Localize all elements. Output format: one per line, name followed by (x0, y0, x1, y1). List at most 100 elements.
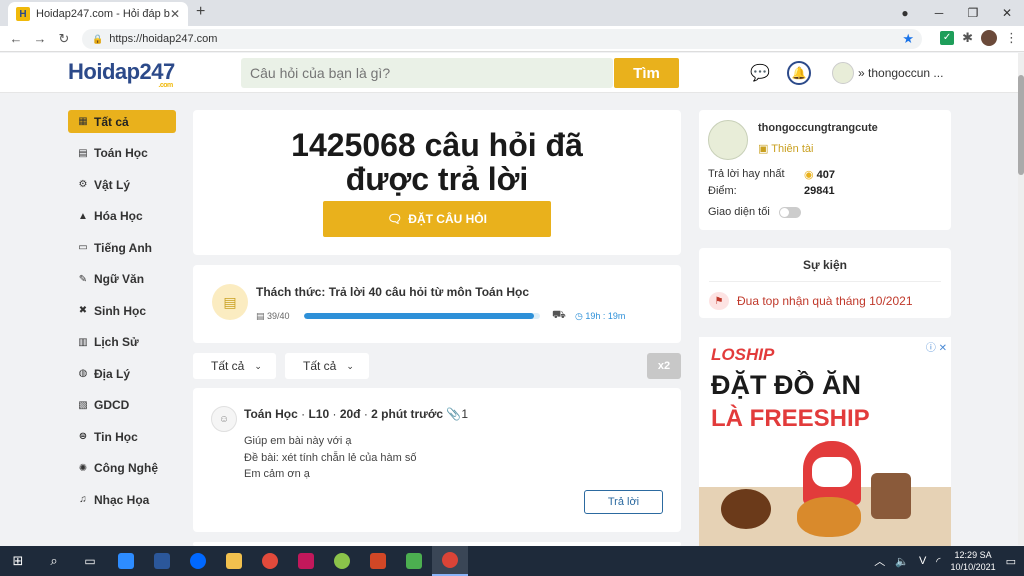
chevron-down-icon: ⌄ (254, 360, 262, 371)
clock[interactable]: 12:29 SA 10/10/2021 (951, 549, 996, 573)
question-body: Giúp em bài này với ạ Đề bài: xét tính ch… (244, 433, 416, 483)
windows-taskbar: ⊞ ⌕ ▭ ︿ 🔈 V ◜ 12:29 SA 10/10/2021 ▭ (0, 546, 1024, 576)
sidebar-item[interactable]: ◍ Địa Lý (68, 362, 176, 385)
page-scrollbar[interactable] (1018, 53, 1024, 545)
sidebar-item-label: Sinh Học (94, 303, 147, 318)
profile-menu-icon[interactable]: ● (888, 6, 922, 20)
gear-icon: ✺ (78, 462, 88, 474)
sidebar-item[interactable]: ⚙ Vật Lý (68, 173, 176, 196)
book-icon: ▧ (78, 399, 88, 411)
zoom-app-icon[interactable] (108, 546, 144, 576)
profile-avatar[interactable] (708, 120, 748, 160)
sidebar-item[interactable]: ▭ Tiếng Anh (68, 236, 176, 259)
close-window-icon[interactable]: ✕ (990, 6, 1024, 20)
forward-icon[interactable]: → (28, 31, 52, 46)
logo-text: Hoidap247 (68, 59, 175, 84)
question-meta: Toán Học · L10 · 20đ · 2 phút trước 📎1 (244, 407, 469, 421)
sidebar-item-label: GDCD (94, 398, 130, 412)
search-button[interactable]: Tìm (614, 58, 679, 88)
search-icon[interactable]: ⌕ (36, 546, 72, 576)
ad-mascot-image (803, 441, 861, 505)
sidebar-item[interactable]: ▥ Lịch Sử (68, 331, 176, 354)
sidebar-item[interactable]: ▦ Tất cả (68, 110, 176, 133)
sidebar-item[interactable]: ✺ Công Nghệ (68, 457, 176, 480)
chrome-app-icon[interactable] (432, 546, 468, 576)
sidebar-item[interactable]: ✖ Sinh Học (68, 299, 176, 322)
best-answers-label: Trả lời hay nhất (708, 168, 785, 180)
subject-filter-dropdown[interactable]: Tất cả ⌄ (193, 353, 276, 379)
input-language[interactable]: V (919, 555, 926, 567)
app-icon[interactable] (288, 546, 324, 576)
ad-food-image (871, 473, 911, 519)
extensions-area: ✓ ✱ ⋮ (940, 30, 1018, 46)
ask-question-icon: 🗨 (387, 212, 403, 226)
ask-question-button[interactable]: 🗨 ĐẶT CÂU HỎI (323, 201, 551, 237)
challenge-title: Thách thức: Trả lời 40 câu hỏi từ môn To… (256, 285, 530, 299)
windows-start-icon[interactable]: ⊞ (0, 553, 36, 569)
asker-avatar: ☺ (211, 406, 237, 432)
file-explorer-icon[interactable] (216, 546, 252, 576)
challenge-progress-bar (304, 313, 540, 319)
advertisement[interactable]: ⓘ ✕ LOSHIP ĐẶT ĐỒ ĂN LÀ FREESHIP (699, 337, 951, 546)
close-tab-icon[interactable]: ✕ (170, 7, 180, 21)
word-app-icon[interactable] (144, 546, 180, 576)
site-favicon-icon: H (16, 7, 30, 21)
challenge-count: ▤ 39/40 (256, 311, 290, 321)
sidebar-item-label: Vật Lý (94, 177, 131, 192)
volume-icon[interactable]: 🔈 (895, 555, 909, 568)
bookmark-star-icon[interactable]: ★ (902, 31, 914, 47)
scrollbar-thumb[interactable] (1018, 75, 1024, 175)
sidebar-item[interactable]: ▤ Toán Học (68, 142, 176, 165)
new-tab-icon[interactable]: + (196, 3, 205, 21)
maximize-icon[interactable]: ❐ (956, 6, 990, 20)
url-text: https://hoidap247.com (109, 33, 218, 45)
user-avatar[interactable] (832, 62, 854, 84)
app-icon[interactable] (252, 546, 288, 576)
browser-menu-icon[interactable]: ⋮ (1005, 30, 1018, 46)
sidebar-item-label: Tiếng Anh (94, 240, 152, 255)
x2-badge[interactable]: x2 (647, 353, 681, 379)
notification-bell-icon[interactable]: 🔔 (787, 61, 811, 85)
sidebar-item[interactable]: ▧ GDCD (68, 394, 176, 417)
dark-mode-toggle[interactable] (779, 207, 801, 218)
ad-info-icon[interactable]: ⓘ ✕ (926, 339, 947, 354)
reload-icon[interactable]: ↻ (52, 31, 76, 47)
challenge-progress-fill (304, 313, 535, 319)
status-filter-dropdown[interactable]: Tất cả ⌄ (285, 353, 369, 379)
powerpoint-app-icon[interactable] (360, 546, 396, 576)
app-icon[interactable] (396, 546, 432, 576)
dna-icon: ✖ (78, 305, 88, 316)
event-item[interactable]: ⚑ Đua top nhận quà tháng 10/2021 (709, 292, 913, 310)
extension-check-icon[interactable]: ✓ (940, 31, 955, 45)
extensions-puzzle-icon[interactable]: ✱ (962, 30, 973, 46)
sidebar-item[interactable]: ⊜ Tin Học (68, 425, 176, 448)
notifications-icon[interactable]: ▭ (1006, 555, 1016, 568)
profile-name[interactable]: thongoccungtrangcute (758, 122, 878, 134)
answer-button[interactable]: Trả lời (584, 490, 663, 514)
hero-card: 1425068 câu hỏi đã được trả lời 🗨 ĐẶT CÂU… (193, 110, 681, 255)
tab-title: Hoidap247.com - Hỏi đáp bài tập (36, 8, 170, 20)
site-logo[interactable]: Hoidap247 .com (68, 59, 175, 89)
wifi-icon[interactable]: ◜ (936, 555, 940, 568)
question-line: Đề bài: xét tính chẵn lẻ của hàm số (244, 451, 417, 464)
dark-mode-label: Giao diện tối (708, 206, 770, 218)
search-input[interactable] (241, 58, 613, 88)
browser-tab[interactable]: H Hoidap247.com - Hỏi đáp bài tập ✕ (8, 2, 188, 26)
sidebar-item[interactable]: ✎ Ngữ Văn (68, 268, 176, 291)
sidebar-item[interactable]: ▲ Hóa Học (68, 205, 176, 228)
address-bar[interactable]: 🔒 https://hoidap247.com ★ (82, 29, 922, 49)
sidebar-item-label: Ngữ Văn (94, 272, 145, 286)
minimize-icon[interactable]: ─ (922, 6, 956, 20)
chat-icon[interactable]: 💬 (750, 63, 770, 83)
question-card[interactable]: ☺ Toán Học · L10 · 20đ · 2 phút trước 📎1… (193, 388, 681, 532)
tray-chevron-icon[interactable]: ︿ (874, 553, 885, 569)
task-view-icon[interactable]: ▭ (72, 546, 108, 576)
attachment-icon: 📎 (446, 407, 462, 421)
zalo-app-icon[interactable] (180, 546, 216, 576)
sidebar-item[interactable]: ♫ Nhạc Họa (68, 488, 176, 511)
back-icon[interactable]: ← (4, 31, 28, 46)
username-menu[interactable]: » thongoccun ... (858, 66, 943, 80)
computer-icon: ⊜ (78, 431, 88, 442)
app-icon[interactable] (324, 546, 360, 576)
browser-profile-avatar[interactable] (981, 30, 997, 46)
